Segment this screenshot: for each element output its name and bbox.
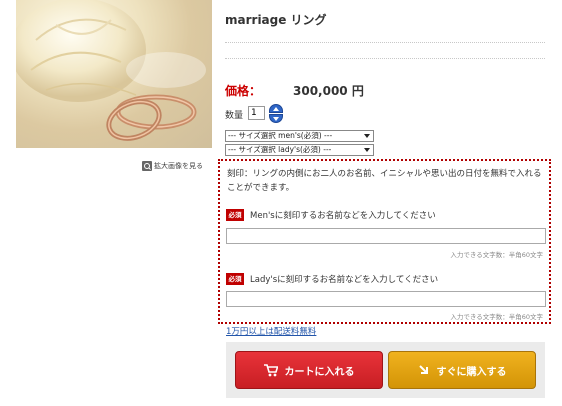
price-label: 価格： bbox=[225, 84, 262, 98]
arrow-down-icon bbox=[273, 116, 279, 121]
required-badge: 必須 bbox=[226, 273, 244, 285]
engraving-description: 刻印：リングの内側にお二人のお名前、イニシャルや思い出の日付を無料で入れることが… bbox=[227, 169, 542, 193]
engraving-panel: 刻印：リングの内側にお二人のお名前、イニシャルや思い出の日付を無料で入れることが… bbox=[218, 159, 551, 324]
quantity-decrease-button[interactable] bbox=[269, 114, 283, 123]
required-badge: 必須 bbox=[226, 209, 244, 221]
rose-and-rings-illustration bbox=[16, 0, 206, 141]
add-to-cart-label: カートに入れる bbox=[284, 366, 355, 378]
buy-now-label: すぐに購入する bbox=[436, 366, 507, 378]
ladys-char-limit-note: 入力できる文字数：半角60文字 bbox=[450, 313, 543, 321]
product-image bbox=[16, 0, 212, 148]
quantity-label: 数量 bbox=[225, 111, 244, 121]
quantity-stepper[interactable] bbox=[269, 104, 283, 123]
add-to-cart-button[interactable]: カートに入れる bbox=[235, 351, 383, 389]
ladys-engraving-input[interactable] bbox=[226, 291, 546, 307]
quantity-input[interactable] bbox=[248, 106, 265, 120]
mens-size-select[interactable]: --- サイズ選択 men's(必須) --- bbox=[225, 130, 374, 142]
ladys-size-select[interactable]: --- サイズ選択 lady's(必須) --- bbox=[225, 144, 374, 156]
magnifier-icon bbox=[142, 161, 152, 171]
zoom-image-label: 拡大画像を見る bbox=[154, 162, 203, 170]
product-title: marriage リング bbox=[225, 13, 327, 27]
chevron-down-icon bbox=[364, 148, 370, 152]
chevron-down-icon bbox=[364, 134, 370, 138]
arrow-up-icon bbox=[273, 106, 279, 111]
ladys-size-select-value: --- サイズ選択 lady's(必須) --- bbox=[228, 145, 332, 154]
buy-now-button[interactable]: すぐに購入する bbox=[388, 351, 536, 389]
divider bbox=[225, 58, 545, 59]
price-value: 300,000 円 bbox=[293, 84, 364, 98]
cart-icon bbox=[263, 363, 278, 376]
free-shipping-link[interactable]: 1万円以上は配送料無料 bbox=[226, 325, 316, 337]
mens-engraving-label: Men'sに刻印するお名前などを入力してください bbox=[250, 211, 436, 221]
mens-size-select-value: --- サイズ選択 men's(必須) --- bbox=[228, 131, 333, 140]
mens-engraving-input[interactable] bbox=[226, 228, 546, 244]
purchase-button-panel: カートに入れる すぐに購入する bbox=[226, 342, 545, 398]
zoom-image-link[interactable]: 拡大画像を見る bbox=[142, 160, 203, 172]
arrow-down-right-icon bbox=[418, 365, 428, 374]
mens-char-limit-note: 入力できる文字数：半角60文字 bbox=[450, 251, 543, 259]
divider bbox=[225, 42, 545, 43]
quantity-increase-button[interactable] bbox=[269, 104, 283, 113]
ladys-engraving-label: Lady'sに刻印するお名前などを入力してください bbox=[250, 275, 439, 285]
